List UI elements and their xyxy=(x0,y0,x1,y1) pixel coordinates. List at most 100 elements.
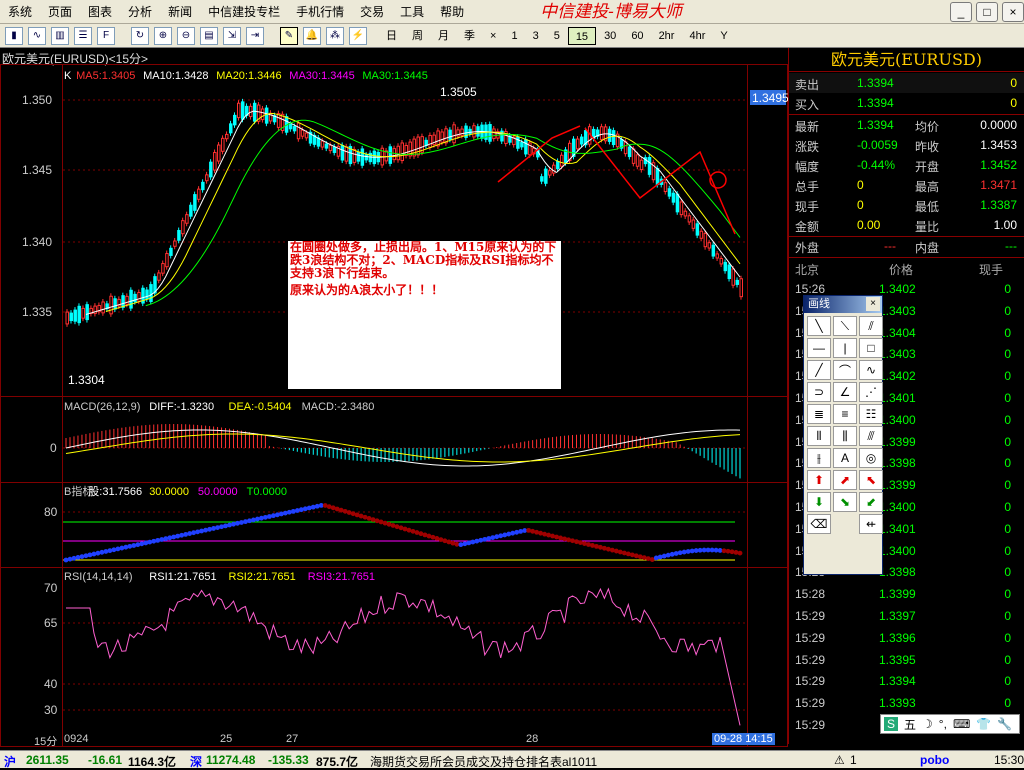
down-right-arrow-icon[interactable]: ⬊ xyxy=(833,492,857,512)
draw-line-icon[interactable]: ✎ xyxy=(280,26,298,45)
down-arrow-icon[interactable]: ⬇ xyxy=(807,492,831,512)
ime-toolbar[interactable]: S 五 ☽ °, ⌨ 👕 🔧 xyxy=(880,714,1020,734)
up-right-arrow-icon[interactable]: ⬈ xyxy=(833,470,857,490)
period-y[interactable]: Y xyxy=(713,27,734,45)
import-icon[interactable]: ⇥ xyxy=(246,26,264,45)
candle-body xyxy=(129,289,133,309)
menu-system[interactable]: 系统 xyxy=(0,0,40,24)
vertical-line-icon[interactable]: | xyxy=(833,338,857,358)
time-zones-icon[interactable]: ⦀ xyxy=(807,426,831,446)
b-point xyxy=(637,554,643,560)
line-chart-icon[interactable]: ∿ xyxy=(28,26,46,45)
period-15[interactable]: 15 xyxy=(567,26,597,45)
period-30[interactable]: 30 xyxy=(597,27,623,45)
period-4hr[interactable]: 4hr xyxy=(682,27,712,45)
zoom-out-icon[interactable]: ⊖ xyxy=(177,26,195,45)
b-point xyxy=(526,527,532,533)
tick-cell: 15:28 xyxy=(795,587,826,602)
palette-close-button[interactable]: × xyxy=(866,297,880,311)
channel-icon[interactable]: ⫲ xyxy=(807,448,831,468)
news-ticker[interactable]: 海期货交易所会员成交及持仓排名表al1011 xyxy=(370,753,597,770)
fundamentals-icon[interactable]: F xyxy=(97,26,115,45)
b-point xyxy=(621,550,627,556)
period-close[interactable]: × xyxy=(483,27,503,45)
keyboard-icon[interactable]: ⌨ xyxy=(953,717,970,731)
export-icon[interactable]: ⇲ xyxy=(223,26,241,45)
drawing-tool-palette[interactable]: 画线 × ╲ ⟍ ⫽ — | □ ╱ ⌒ ∿ ⊃ ∠ ⋰ ≣ ≡ ☷ ⦀ ⫼ ⫻… xyxy=(803,295,883,575)
zoom-in-icon[interactable]: ⊕ xyxy=(154,26,172,45)
alarm-bell-icon[interactable]: 🔔 xyxy=(303,26,321,45)
close-button[interactable]: × xyxy=(1002,2,1024,22)
chart-area[interactable]: 欧元美元(EURUSD)<15分> K MA5:1.3405 MA10:1.3428… xyxy=(0,48,788,768)
b-point xyxy=(199,528,205,534)
candle-body xyxy=(332,146,337,153)
down-left-arrow-icon[interactable]: ⬋ xyxy=(859,492,883,512)
text-icon[interactable]: A xyxy=(833,448,857,468)
period-month[interactable]: 月 xyxy=(431,27,456,45)
palette-titlebar[interactable]: 画线 × xyxy=(804,296,882,313)
cycle-icon[interactable]: ⊃ xyxy=(807,382,831,402)
kline-chart[interactable]: K MA5:1.3405 MA10:1.3428 MA20:1.3446 MA30:1.… xyxy=(0,48,788,750)
up-arrow-icon[interactable]: ⬆ xyxy=(807,470,831,490)
angle-icon[interactable]: ∠ xyxy=(833,382,857,402)
fan-icon[interactable]: ⋰ xyxy=(859,382,883,402)
up-left-arrow-icon[interactable]: ⬉ xyxy=(859,470,883,490)
legend-item: 50.0000 xyxy=(198,486,238,498)
punctuation-icon[interactable]: °, xyxy=(939,717,947,731)
wrench-icon[interactable]: 🔧 xyxy=(997,717,1012,731)
arc-icon[interactable]: ⌒ xyxy=(833,360,857,380)
eraser-icon[interactable]: ⌫ xyxy=(807,514,831,534)
period-60[interactable]: 60 xyxy=(624,27,650,45)
target-icon[interactable]: ◎ xyxy=(859,448,883,468)
quote-list-icon[interactable]: ☰ xyxy=(74,26,92,45)
period-lines-icon[interactable]: ⫼ xyxy=(833,426,857,446)
trend-line-icon[interactable]: ╱ xyxy=(807,360,831,380)
menu-chart[interactable]: 图表 xyxy=(80,0,120,24)
tick-cell: 0 xyxy=(1004,456,1011,471)
candle-body xyxy=(125,295,129,305)
gann-lines-icon[interactable]: ☷ xyxy=(859,404,883,424)
ime-logo-icon[interactable]: S xyxy=(884,717,899,731)
grid-icon[interactable]: ⁂ xyxy=(326,26,344,45)
restore-button[interactable]: □ xyxy=(976,2,998,22)
menu-analysis[interactable]: 分析 xyxy=(120,0,160,24)
wave-icon[interactable]: ∿ xyxy=(859,360,883,380)
parallel-line-icon[interactable]: ⫽ xyxy=(859,316,883,336)
period-quarter[interactable]: 季 xyxy=(457,27,482,45)
refresh-icon[interactable]: ↻ xyxy=(131,26,149,45)
menu-trade[interactable]: 交易 xyxy=(352,0,392,24)
menu-news[interactable]: 新闻 xyxy=(160,0,200,24)
moon-icon[interactable]: ☽ xyxy=(922,717,933,731)
rectangle-icon[interactable]: □ xyxy=(859,338,883,358)
shirt-icon[interactable]: 👕 xyxy=(976,717,991,731)
high-price-label: 1.3505 xyxy=(440,85,477,99)
period-1[interactable]: 1 xyxy=(504,27,524,45)
quote-stat-value: 总手 xyxy=(795,180,820,194)
ray-icon[interactable]: ⟍ xyxy=(833,316,857,336)
period-2hr[interactable]: 2hr xyxy=(652,27,682,45)
fibonacci-icon[interactable]: ≣ xyxy=(807,404,831,424)
percent-lines-icon[interactable]: ≡ xyxy=(833,404,857,424)
candle-body xyxy=(320,140,325,148)
minimize-button[interactable]: _ xyxy=(950,2,972,22)
lightning-icon[interactable]: ⚡ xyxy=(349,26,367,45)
speed-lines-icon[interactable]: ⫻ xyxy=(859,426,883,446)
horizontal-line-icon[interactable]: — xyxy=(807,338,831,358)
menu-csc-column[interactable]: 中信建投专栏 xyxy=(200,0,288,24)
menu-page[interactable]: 页面 xyxy=(40,0,80,24)
candle-body xyxy=(739,278,744,298)
ime-mode[interactable]: 五 xyxy=(904,716,916,733)
menu-tools[interactable]: 工具 xyxy=(392,0,432,24)
candlestick-icon[interactable]: ▮ xyxy=(5,26,23,45)
period-day[interactable]: 日 xyxy=(379,27,404,45)
period-week[interactable]: 周 xyxy=(405,27,430,45)
menu-mobile-quotes[interactable]: 手机行情 xyxy=(288,0,352,24)
bar-chart-icon[interactable]: ▥ xyxy=(51,26,69,45)
arrange-icon[interactable]: ▤ xyxy=(200,26,218,45)
period-5[interactable]: 5 xyxy=(547,27,567,45)
menu-help[interactable]: 帮助 xyxy=(432,0,472,24)
delete-all-icon[interactable]: ⇷ xyxy=(859,514,883,534)
alert-icon[interactable]: ⚠ xyxy=(834,753,845,767)
line-segment-icon[interactable]: ╲ xyxy=(807,316,831,336)
period-3[interactable]: 3 xyxy=(526,27,546,45)
